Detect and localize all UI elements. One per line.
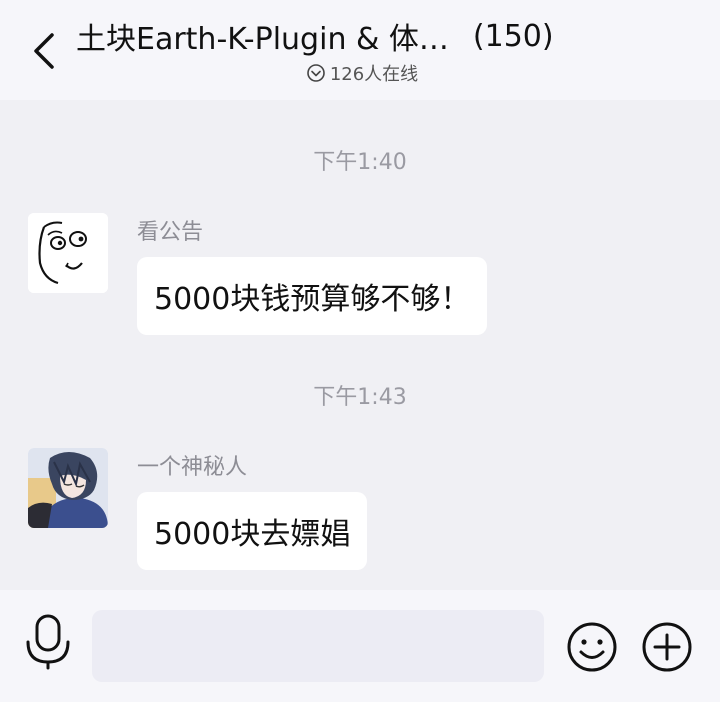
chevron-down-circle-icon xyxy=(306,63,326,83)
emoji-button[interactable] xyxy=(566,621,618,673)
voice-button[interactable] xyxy=(22,612,74,670)
message-bubble[interactable]: 5000块去嫖娼 xyxy=(137,492,368,570)
message-input[interactable] xyxy=(92,610,544,682)
message-bubble[interactable]: 5000块钱预算够不够！ xyxy=(137,257,488,335)
online-status-row[interactable]: 126人在线 xyxy=(0,60,720,86)
message-sender-name[interactable]: 一个神秘人 xyxy=(137,449,247,481)
more-button[interactable] xyxy=(641,621,693,673)
rage-face-avatar-icon[interactable] xyxy=(28,213,108,293)
member-count: (150) xyxy=(472,18,554,54)
microphone-icon xyxy=(26,614,70,670)
plus-circle-icon xyxy=(642,622,692,672)
chat-header: 土块Earth-K-Plugin & 体… (150) 126人在线 xyxy=(0,0,720,100)
chat-title: 土块Earth-K-Plugin & 体… xyxy=(76,22,449,57)
online-count: 126人在线 xyxy=(329,64,419,85)
input-bar xyxy=(0,590,720,702)
message-timestamp: 下午1:40 xyxy=(313,150,407,175)
message-timestamp: 下午1:43 xyxy=(313,385,407,410)
anime-boy-avatar-icon[interactable] xyxy=(28,448,108,528)
chat-title-row[interactable]: 土块Earth-K-Plugin & 体… (150) xyxy=(76,14,554,58)
message-sender-name[interactable]: 看公告 xyxy=(137,214,203,246)
smiley-icon xyxy=(567,622,617,672)
